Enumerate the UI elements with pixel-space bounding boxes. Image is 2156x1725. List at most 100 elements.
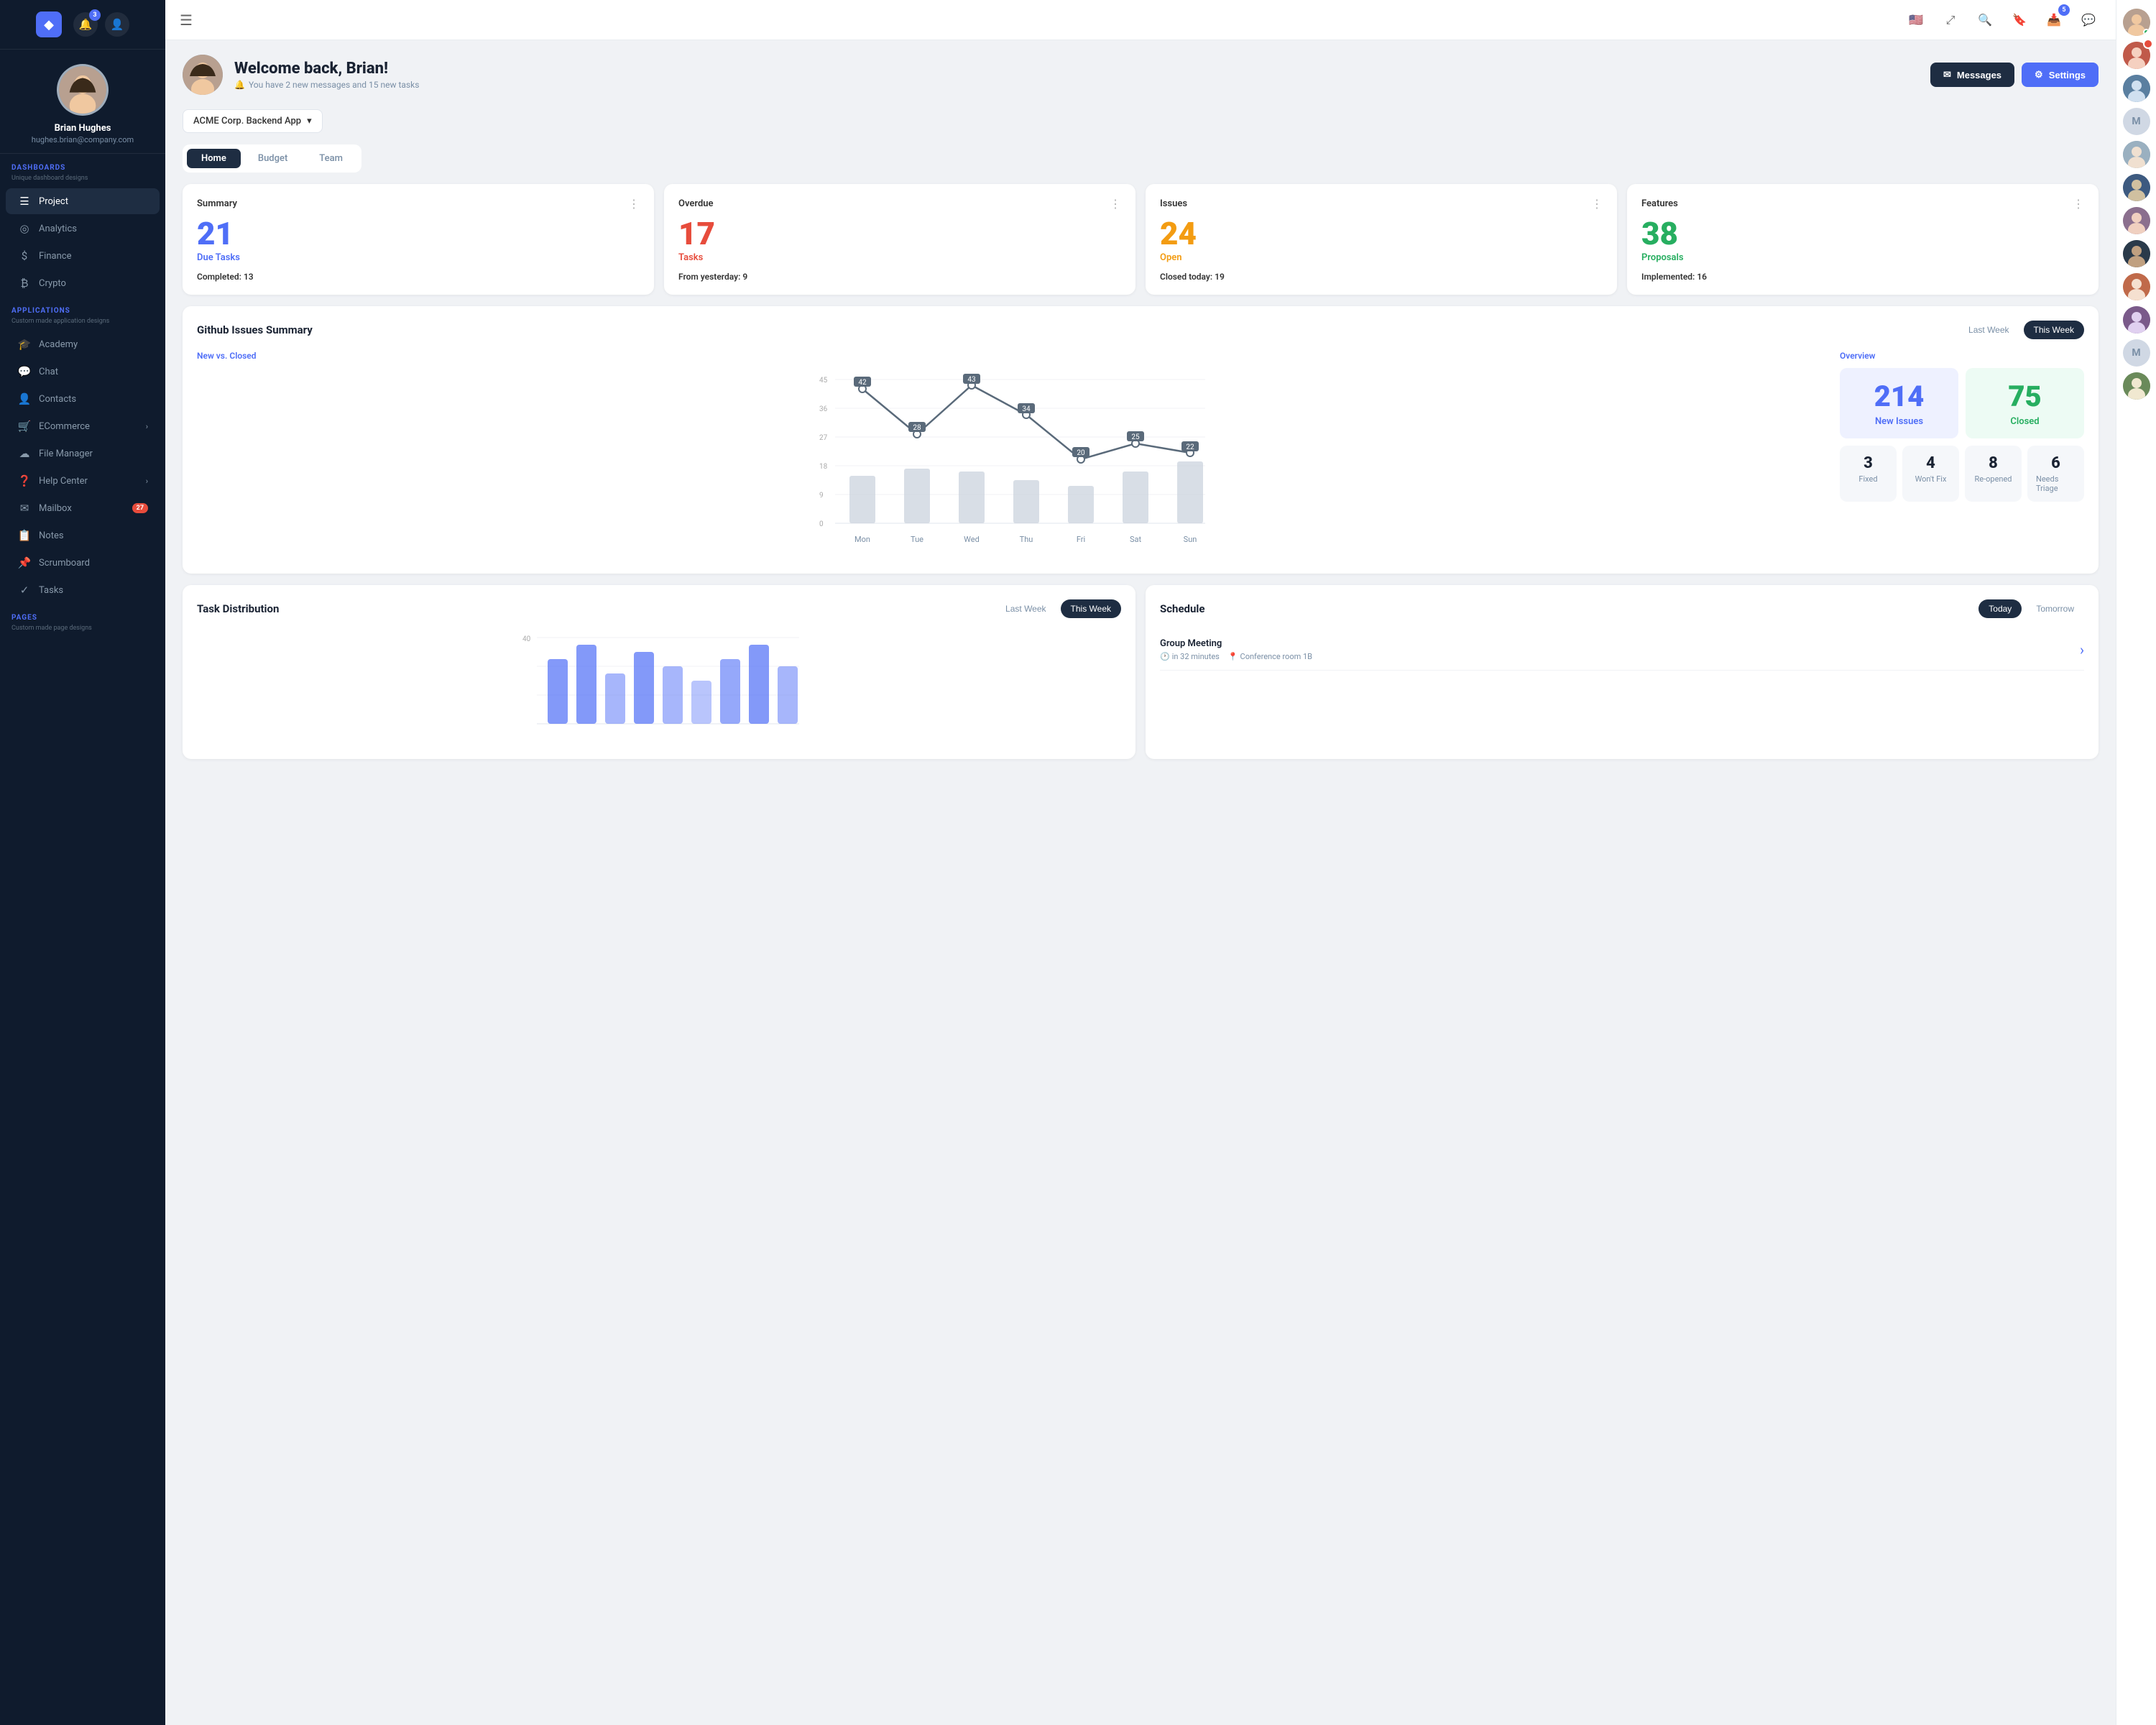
features-title: Features (1641, 198, 1678, 209)
needstriage-label: Needs Triage (2036, 474, 2076, 493)
github-issues-card: Github Issues Summary Last Week This Wee… (183, 306, 2099, 574)
task-last-week-button[interactable]: Last Week (995, 599, 1056, 618)
task-dist-title: Task Distribution (197, 602, 279, 615)
summary-number: 21 (197, 218, 640, 249)
last-week-button[interactable]: Last Week (1958, 321, 2019, 339)
messages-icon[interactable]: 💬 (2076, 7, 2101, 33)
sidebar-item-ecommerce[interactable]: 🛒 ECommerce › (6, 413, 160, 439)
rs-user-9[interactable] (2123, 273, 2150, 300)
features-menu-icon[interactable]: ⋮ (2073, 197, 2084, 211)
search-icon[interactable]: 🔍 (1972, 7, 1998, 33)
app-logo[interactable]: ◆ (36, 12, 62, 37)
sidebar-item-helpcenter[interactable]: ❓ Help Center › (6, 468, 160, 494)
tasks-icon: ✓ (17, 584, 32, 597)
sidebar-item-tasks[interactable]: ✓ Tasks (6, 577, 160, 603)
rs-user-1-container (2123, 9, 2150, 36)
meeting-location: 📍 Conference room 1B (1228, 652, 1312, 661)
tab-team[interactable]: Team (305, 149, 357, 168)
summary-label: Due Tasks (197, 252, 640, 263)
reopened-number: 8 (1989, 454, 1998, 472)
messages-button[interactable]: ✉ Messages (1930, 63, 2014, 87)
sidebar-item-contacts[interactable]: 👤 Contacts (6, 386, 160, 412)
cloud-icon: ☁ (17, 447, 32, 460)
tab-bar: Home Budget Team (183, 144, 361, 172)
envelope-icon: ✉ (1943, 69, 1951, 80)
sidebar-item-mailbox[interactable]: ✉ Mailbox 27 (6, 495, 160, 521)
tab-budget[interactable]: Budget (244, 149, 302, 168)
svg-text:Wed: Wed (964, 535, 980, 544)
sidebar-item-academy[interactable]: 🎓 Academy (6, 331, 160, 357)
inbox-container: 📥 5 (2041, 7, 2067, 33)
sidebar-item-notes[interactable]: 📋 Notes (6, 523, 160, 548)
meeting-arrow-icon[interactable]: › (2080, 641, 2084, 658)
rs-user-5[interactable] (2123, 141, 2150, 168)
rs-user-7[interactable] (2123, 207, 2150, 234)
chevron-down-icon: ▾ (307, 116, 312, 126)
summary-menu-icon[interactable]: ⋮ (628, 197, 640, 211)
sidebar-item-finance[interactable]: $ Finance (6, 243, 160, 269)
welcome-text: Welcome back, Brian! 🔔 You have 2 new me… (234, 60, 419, 90)
flag-icon[interactable]: 🇺🇸 (1903, 7, 1929, 33)
sidebar-item-scrumboard[interactable]: 📌 Scrumboard (6, 550, 160, 576)
sidebar-item-label: Crypto (39, 278, 66, 289)
sidebar-item-crypto[interactable]: ₿ Crypto (6, 270, 160, 296)
rs-user-1[interactable] (2123, 9, 2150, 36)
this-week-button[interactable]: This Week (2024, 321, 2084, 339)
rs-user-6[interactable] (2123, 174, 2150, 201)
schedule-header: Schedule Today Tomorrow (1160, 599, 2084, 618)
reopened-label: Re-opened (1974, 474, 2012, 484)
help-icon: ❓ (17, 474, 32, 487)
rs-user-2-container (2123, 42, 2150, 69)
today-button[interactable]: Today (1978, 599, 2022, 618)
tomorrow-button[interactable]: Tomorrow (2026, 599, 2084, 618)
rs-user-8[interactable] (2123, 240, 2150, 267)
rs-user-3[interactable] (2123, 75, 2150, 102)
overdue-menu-icon[interactable]: ⋮ (1110, 197, 1121, 211)
sidebar-item-label: Notes (39, 530, 64, 541)
welcome-actions: ✉ Messages ⚙ Settings (1930, 63, 2099, 87)
meeting-meta: 🕐 in 32 minutes 📍 Conference room 1B (1160, 652, 1312, 661)
notes-icon: 📋 (17, 529, 32, 542)
sidebar-item-analytics[interactable]: ◎ Analytics (6, 216, 160, 242)
sidebar-item-filemanager[interactable]: ☁ File Manager (6, 441, 160, 466)
rs-user-10[interactable] (2123, 306, 2150, 334)
topbar: ☰ 🇺🇸 ⤢ 🔍 🔖 📥 5 💬 (165, 0, 2116, 40)
rs-user-4[interactable]: M (2123, 108, 2150, 135)
issues-menu-icon[interactable]: ⋮ (1591, 197, 1603, 211)
new-issues-label: New Issues (1875, 416, 1923, 427)
sidebar-item-label: Contacts (39, 394, 76, 405)
chat-icon: 💬 (17, 365, 32, 378)
wontfix-number: 4 (1926, 454, 1935, 472)
bottom-row: Task Distribution Last Week This Week 40 (183, 585, 2099, 770)
settings-button[interactable]: ⚙ Settings (2022, 63, 2099, 87)
notifications-button[interactable]: 🔔 3 (73, 12, 98, 37)
stat-card-issues: Issues ⋮ 24 Open Closed today: 19 (1146, 184, 1617, 295)
rs-user-11[interactable]: M (2123, 339, 2150, 367)
tab-home[interactable]: Home (187, 149, 241, 168)
expand-icon[interactable]: ⤢ (1938, 7, 1963, 33)
task-this-week-button[interactable]: This Week (1061, 599, 1121, 618)
svg-text:40: 40 (522, 635, 531, 643)
left-sidebar: ◆ 🔔 3 👤 Brian Hughes hughes.brian@compan… (0, 0, 165, 1725)
clock-icon: 🕐 (1160, 652, 1170, 661)
user-circle-icon[interactable]: 👤 (105, 12, 129, 37)
menu-button[interactable]: ☰ (180, 12, 193, 29)
sidebar-item-label: Academy (39, 339, 78, 350)
user-badge (2143, 39, 2153, 49)
sidebar-item-chat[interactable]: 💬 Chat (6, 359, 160, 385)
stat-card-overdue: Overdue ⋮ 17 Tasks From yesterday: 9 (664, 184, 1135, 295)
summary-title: Summary (197, 198, 237, 209)
sidebar-item-label: File Manager (39, 448, 93, 459)
chart-row: New vs. Closed 45 36 27 18 9 0 (197, 351, 2084, 559)
analytics-icon: ◎ (17, 222, 32, 235)
online-indicator (2143, 29, 2150, 35)
rs-user-12[interactable] (2123, 372, 2150, 400)
ecommerce-icon: 🛒 (17, 420, 32, 433)
svg-text:0: 0 (819, 520, 824, 528)
project-selector[interactable]: ACME Corp. Backend App ▾ (183, 109, 323, 133)
sidebar-item-project[interactable]: ☰ Project (6, 188, 160, 214)
bookmark-icon[interactable]: 🔖 (2007, 7, 2032, 33)
sidebar-item-label: Mailbox (39, 503, 72, 514)
fixed-label: Fixed (1858, 474, 1877, 484)
svg-text:Sat: Sat (1130, 535, 1142, 544)
